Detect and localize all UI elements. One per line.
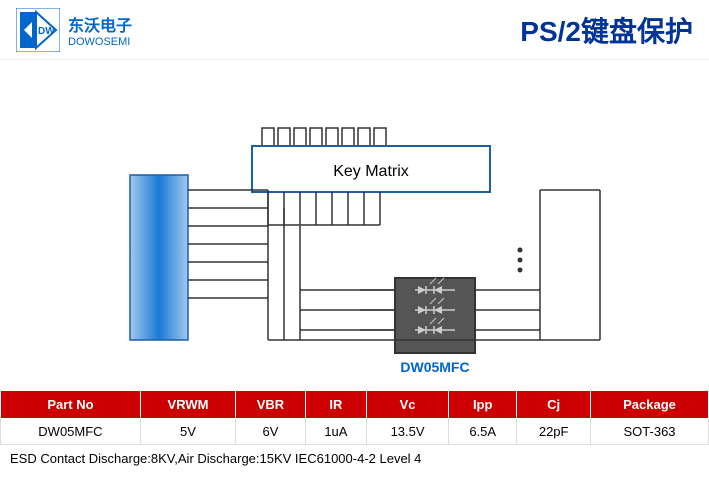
- company-logo: DW: [16, 8, 60, 52]
- svg-text:Key Matrix: Key Matrix: [333, 163, 409, 180]
- table-cell: SOT-363: [591, 419, 709, 445]
- col-ipp: Ipp: [449, 391, 517, 419]
- table-cell: 13.5V: [367, 419, 449, 445]
- company-name: 东沃电子 DOWOSEMI: [68, 12, 132, 48]
- col-vrwm: VRWM: [140, 391, 235, 419]
- diagram-area: Key Matrix: [0, 60, 709, 390]
- svg-text:DW: DW: [38, 26, 55, 37]
- table-area: Part No VRWM VBR IR Vc Ipp Cj Package DW…: [0, 390, 709, 472]
- company-name-en: DOWOSEMI: [68, 36, 132, 48]
- circuit-diagram: Key Matrix: [0, 60, 709, 390]
- col-ir: IR: [305, 391, 366, 419]
- col-cj: Cj: [517, 391, 591, 419]
- company-name-cn: 东沃电子: [68, 12, 132, 36]
- table-header-row: Part No VRWM VBR IR Vc Ipp Cj Package: [1, 391, 709, 419]
- table-cell: 1uA: [305, 419, 366, 445]
- col-package: Package: [591, 391, 709, 419]
- table-cell: DW05MFC: [1, 419, 141, 445]
- table-cell: 5V: [140, 419, 235, 445]
- footer-text: ESD Contact Discharge:8KV,Air Discharge:…: [0, 445, 709, 472]
- table-cell: 6.5A: [449, 419, 517, 445]
- header: DW 东沃电子 DOWOSEMI PS/2键盘保护: [0, 0, 709, 60]
- col-vbr: VBR: [236, 391, 306, 419]
- page-title: PS/2键盘保护: [520, 10, 693, 50]
- table-cell: 6V: [236, 419, 306, 445]
- col-vc: Vc: [367, 391, 449, 419]
- specs-table: Part No VRWM VBR IR Vc Ipp Cj Package DW…: [0, 390, 709, 445]
- table-row: DW05MFC5V6V1uA13.5V6.5A22pFSOT-363: [1, 419, 709, 445]
- svg-text:DW05MFC: DW05MFC: [400, 359, 469, 375]
- col-part-no: Part No: [1, 391, 141, 419]
- logo-area: DW 东沃电子 DOWOSEMI: [16, 8, 132, 52]
- table-cell: 22pF: [517, 419, 591, 445]
